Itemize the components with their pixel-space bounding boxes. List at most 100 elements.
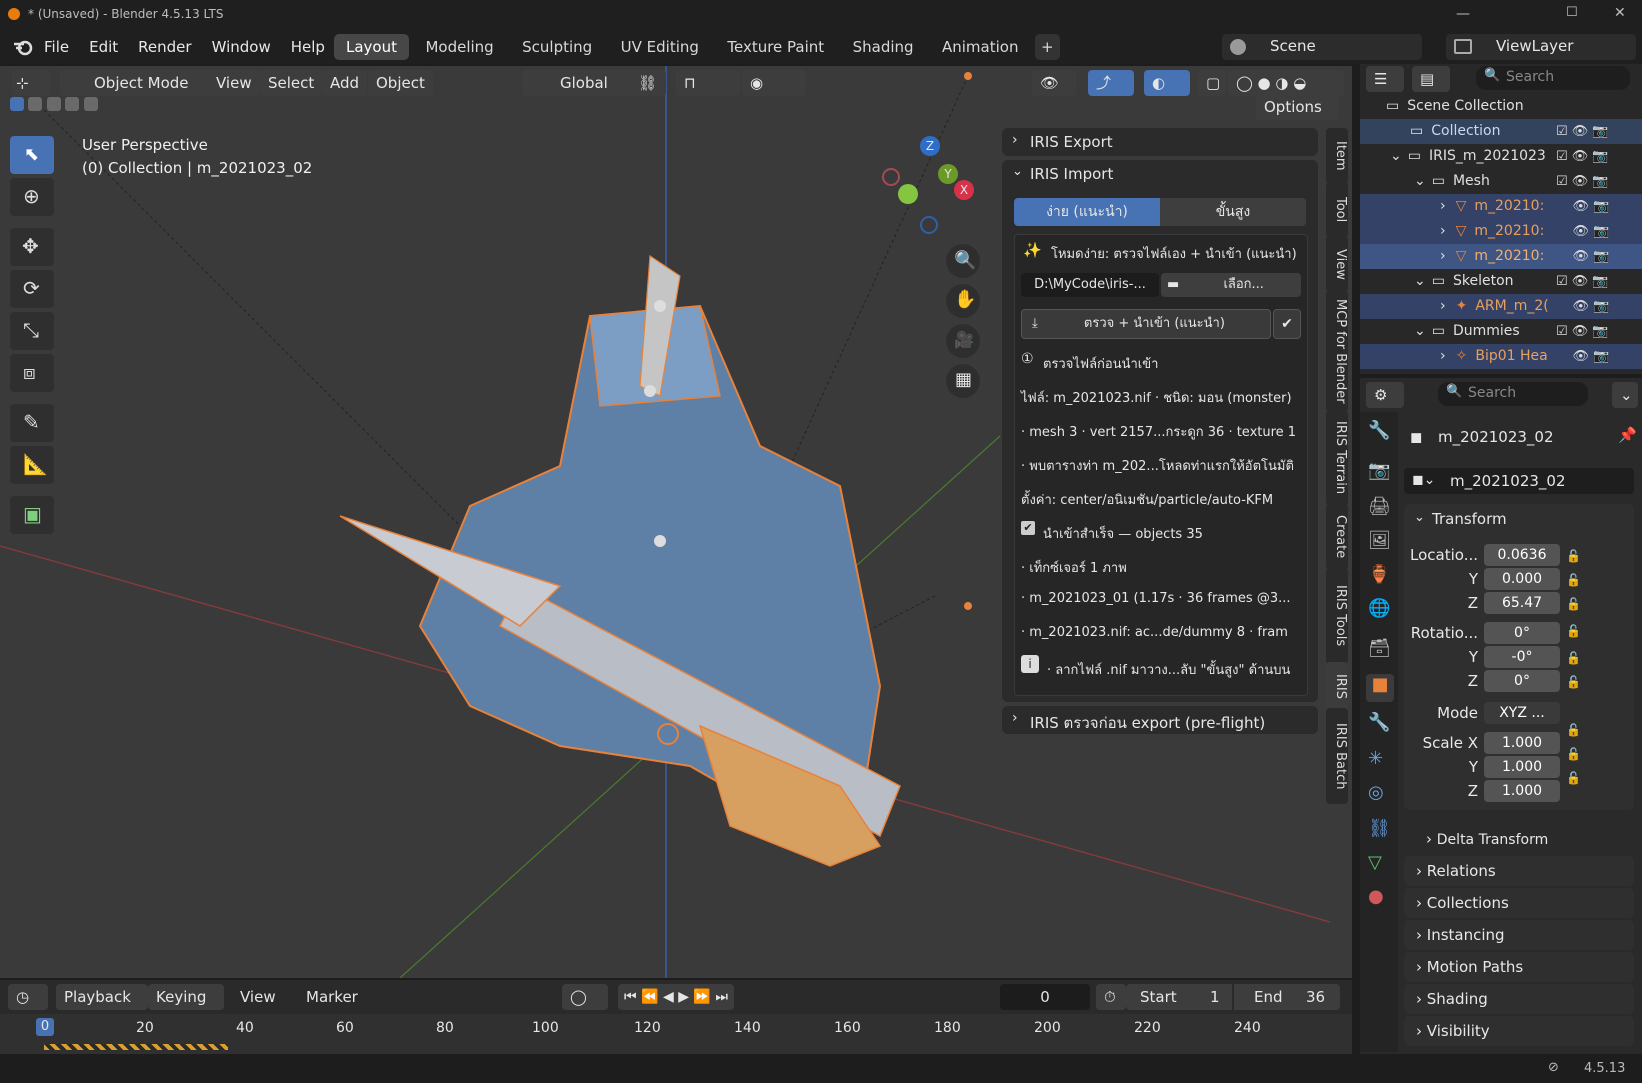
view-layer-properties-icon[interactable]: 🖼: [1368, 530, 1391, 551]
scene-selector[interactable]: Scene: [1222, 34, 1422, 60]
mode-dropdown[interactable]: Object Mode: [60, 70, 222, 96]
close-button[interactable]: ✕: [1614, 5, 1626, 21]
navigation-gizmo[interactable]: Z Y X: [880, 136, 980, 236]
outliner-scene-collection[interactable]: ▭ Scene Collection: [1360, 94, 1642, 119]
sidebar-tab-iris-tools[interactable]: IRIS Tools: [1326, 568, 1348, 664]
select-menu[interactable]: Select: [260, 70, 323, 96]
sidebar-tab-iris-batch[interactable]: IRIS Batch: [1326, 708, 1348, 804]
menu-edit[interactable]: Edit: [79, 30, 128, 64]
tab-shading[interactable]: Shading: [841, 34, 926, 60]
data-properties-icon[interactable]: ▽: [1368, 852, 1382, 873]
gizmo-button[interactable]: ⤴: [1088, 70, 1134, 96]
zoom-button[interactable]: 🔍: [946, 244, 980, 278]
outliner-row-toggles[interactable]: ☑ 👁 📷: [1556, 319, 1636, 344]
3d-viewport[interactable]: ⊹ Object Mode View Select Add Object Glo…: [0, 66, 1352, 978]
mode-advanced-tab[interactable]: ขั้นสูง: [1160, 198, 1306, 226]
scale-x-field[interactable]: 1.000: [1484, 732, 1560, 754]
properties-options-dropdown[interactable]: ⌄: [1612, 382, 1638, 408]
timeline-editor-type[interactable]: ◷: [8, 984, 48, 1010]
pivot-button[interactable]: ⛓: [630, 70, 666, 96]
chevron-down-icon[interactable]: ⌄: [1012, 164, 1023, 179]
rotation-z-field[interactable]: 0°: [1484, 670, 1560, 692]
outliner-editor-type[interactable]: ☰: [1366, 66, 1404, 92]
sidebar-tab-iris-terrain[interactable]: IRIS Terrain: [1326, 410, 1348, 506]
jump-end-icon[interactable]: ⏭: [715, 989, 728, 1005]
gizmo-z-negative[interactable]: [920, 216, 938, 234]
current-frame-field[interactable]: 0: [1000, 984, 1090, 1010]
rotation-x-field[interactable]: 0°: [1484, 622, 1560, 644]
particle-properties-icon[interactable]: ✳: [1368, 748, 1383, 769]
shading-panel[interactable]: › Shading: [1404, 984, 1634, 1014]
sidebar-tab-iris[interactable]: IRIS: [1326, 662, 1348, 710]
transform-chevron-down-icon[interactable]: ⌄: [1414, 510, 1425, 525]
scale-y-field[interactable]: 1.000: [1484, 756, 1560, 778]
sidebar-tab-item[interactable]: Item: [1326, 128, 1348, 184]
timeline-ruler[interactable]: 0 20 40 60 80 100 120 140 160 180 200 22…: [0, 1014, 1352, 1054]
physics-properties-icon[interactable]: ◎: [1368, 782, 1384, 803]
tab-texture-paint[interactable]: Texture Paint: [715, 34, 836, 60]
location-z-field[interactable]: 65.47: [1484, 592, 1560, 614]
keying-menu[interactable]: Keying: [148, 984, 224, 1010]
browse-button[interactable]: ▬ เลือก...: [1161, 273, 1301, 297]
maximize-button[interactable]: ☐: [1566, 5, 1578, 20]
cursor-tool[interactable]: ⊕: [10, 178, 54, 216]
select-box-mode-icon[interactable]: [10, 97, 24, 111]
menu-render[interactable]: Render: [128, 30, 201, 64]
sidebar-tab-create[interactable]: Create: [1326, 504, 1348, 570]
confirm-checkbox[interactable]: ✔: [1273, 309, 1301, 339]
visibility-panel[interactable]: › Visibility: [1404, 1016, 1634, 1046]
gizmo-y-negative[interactable]: [898, 184, 918, 204]
minimize-button[interactable]: —: [1456, 6, 1470, 22]
shading-modes[interactable]: ◯ ● ◑ ◒: [1228, 70, 1344, 96]
view-menu[interactable]: View: [208, 70, 260, 96]
motion-paths-panel[interactable]: › Motion Paths: [1404, 952, 1634, 982]
editor-type-button[interactable]: ⊹: [12, 70, 50, 96]
material-properties-icon[interactable]: ●: [1368, 886, 1384, 907]
jump-start-icon[interactable]: ⏮: [624, 989, 637, 1005]
overlay-button[interactable]: ◐: [1144, 70, 1190, 96]
relations-panel[interactable]: › Relations: [1404, 856, 1634, 886]
modifier-properties-icon[interactable]: 🔧: [1368, 712, 1390, 733]
lock-column[interactable]: 🔓 🔓 🔓 🔓 🔓 🔓 🔓 🔓 🔓: [1566, 544, 1581, 790]
outliner-row-toggles[interactable]: 👁 📷: [1556, 244, 1636, 269]
frame-start-field[interactable]: Start 1: [1126, 984, 1232, 1010]
properties-search[interactable]: 🔍 Search: [1438, 382, 1588, 406]
sidebar-tab-tool[interactable]: Tool: [1326, 182, 1348, 238]
outliner-row-toggles[interactable]: 👁 📷: [1556, 194, 1636, 219]
sidebar-tab-mcp[interactable]: MCP for Blender: [1326, 290, 1348, 412]
gizmo-z-axis[interactable]: Z: [920, 136, 940, 156]
prev-keyframe-icon[interactable]: ⏪: [641, 989, 658, 1005]
rotation-mode-dropdown[interactable]: XYZ ...: [1484, 702, 1560, 724]
measure-tool[interactable]: 📐: [10, 446, 54, 484]
tab-sculpting[interactable]: Sculpting: [510, 34, 604, 60]
add-workspace-button[interactable]: +: [1034, 34, 1060, 60]
select-subtract-mode-icon[interactable]: [46, 97, 61, 111]
iris-preflight-panel[interactable]: › IRIS ตรวจก่อน export (pre-flight): [1002, 706, 1318, 734]
pin-icon[interactable]: 📌: [1618, 426, 1637, 444]
outliner-row-toggles[interactable]: ☑ 👁 📷: [1556, 269, 1636, 294]
visibility-button[interactable]: 👁: [1032, 70, 1076, 96]
scale-z-field[interactable]: 1.000: [1484, 780, 1560, 802]
select-invert-mode-icon[interactable]: [65, 97, 80, 111]
transform-orientation-dropdown[interactable]: Global: [522, 70, 638, 96]
tab-uv-editing[interactable]: UV Editing: [609, 34, 711, 60]
proportional-edit-button[interactable]: ◉: [742, 70, 806, 96]
location-x-field[interactable]: 0.0636: [1484, 544, 1560, 566]
outliner-row-toggles[interactable]: ☑ 👁 📷: [1556, 144, 1636, 169]
outliner-row-toggles[interactable]: 👁 📷: [1556, 344, 1636, 369]
location-y-field[interactable]: 0.000: [1484, 568, 1560, 590]
select-intersect-mode-icon[interactable]: [83, 97, 98, 111]
rotate-tool[interactable]: ⟳: [10, 270, 54, 308]
tab-animation[interactable]: Animation: [930, 34, 1030, 60]
next-keyframe-icon[interactable]: ⏩: [693, 989, 710, 1005]
outliner-row-toggles[interactable]: 👁 📷: [1556, 294, 1636, 319]
timeline-view-menu[interactable]: View: [240, 988, 276, 1006]
timeline-marker-menu[interactable]: Marker: [306, 988, 358, 1006]
gizmo-x-axis[interactable]: X: [954, 180, 974, 200]
constraint-properties-icon[interactable]: ⛓: [1368, 818, 1391, 839]
add-menu[interactable]: Add: [322, 70, 368, 96]
transform-tool[interactable]: ⧈: [10, 354, 54, 392]
ortho-toggle-button[interactable]: ▦: [946, 364, 980, 398]
gizmo-y-axis[interactable]: Y: [938, 164, 958, 184]
camera-view-button[interactable]: 🎥: [946, 324, 980, 358]
